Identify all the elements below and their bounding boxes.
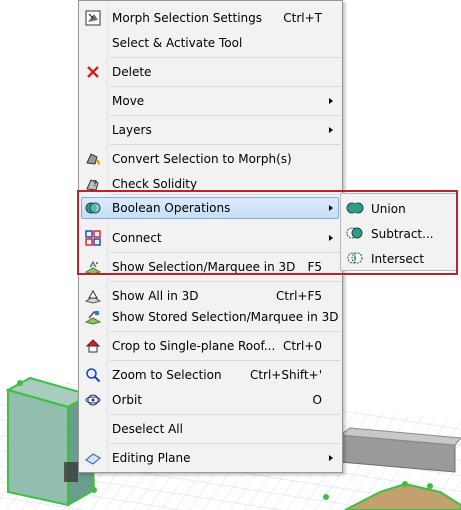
morph-settings-icon bbox=[85, 10, 101, 26]
menu-separator bbox=[110, 57, 340, 58]
menu-item-shortcut: Ctrl+0 bbox=[282, 339, 322, 353]
menu-item-boolean-operations[interactable]: Boolean Operations bbox=[81, 197, 339, 219]
menu-separator bbox=[110, 115, 340, 116]
menu-item-label: Crop to Single-plane Roof... bbox=[112, 339, 276, 353]
menu-item-label: Show All in 3D bbox=[112, 289, 199, 303]
menu-item-shortcut: Ctrl+T bbox=[283, 11, 322, 25]
menu-item-delete[interactable]: Delete bbox=[81, 61, 339, 83]
menu-item-label: Connect bbox=[112, 231, 162, 245]
menu-item-editing-plane[interactable]: Editing Plane bbox=[81, 447, 339, 469]
menu-item-label: Orbit bbox=[112, 393, 143, 407]
menu-separator bbox=[110, 194, 340, 195]
menu-item-shortcut: O bbox=[312, 393, 322, 407]
editing-plane-icon bbox=[85, 450, 101, 466]
menu-item-morph-selection-settings[interactable]: Morph Selection Settings Ctrl+T bbox=[81, 7, 339, 29]
menu-separator bbox=[110, 331, 340, 332]
menu-separator bbox=[110, 443, 340, 444]
menu-item-label: Show Selection/Marquee in 3D bbox=[112, 260, 296, 274]
menu-item-label: Move bbox=[112, 94, 145, 108]
menu-item-crop-roof[interactable]: Crop to Single-plane Roof... Ctrl+0 bbox=[81, 335, 339, 357]
menu-item-label: Layers bbox=[112, 123, 152, 137]
menu-separator bbox=[110, 414, 340, 415]
menu-separator bbox=[110, 360, 340, 361]
connect-icon bbox=[85, 230, 101, 246]
submenu-item-subtract[interactable]: Subtract... bbox=[343, 222, 455, 244]
menu-item-convert-to-morph[interactable]: Convert Selection to Morph(s) bbox=[81, 148, 339, 170]
boolean-operations-submenu: Union Subtract... Intersect bbox=[340, 193, 457, 271]
submenu-item-intersect[interactable]: Intersect bbox=[343, 247, 455, 269]
menu-item-shortcut: Ctrl+Shift+' bbox=[249, 368, 322, 382]
check-solidity-icon: ? bbox=[85, 176, 101, 192]
menu-item-check-solidity[interactable]: ? Check Solidity bbox=[81, 173, 339, 195]
menu-item-label: Morph Selection Settings bbox=[112, 11, 262, 25]
show-selection-3d-icon bbox=[84, 259, 102, 275]
menu-separator bbox=[110, 281, 340, 282]
menu-item-label: Convert Selection to Morph(s) bbox=[112, 152, 292, 166]
menu-item-connect[interactable]: Connect bbox=[81, 227, 339, 249]
show-stored-selection-icon bbox=[84, 309, 102, 325]
menu-separator bbox=[110, 252, 340, 253]
menu-item-show-selection-3d[interactable]: Show Selection/Marquee in 3D F5 bbox=[81, 256, 339, 278]
menu-item-label: Select & Activate Tool bbox=[112, 36, 243, 50]
svg-text:?: ? bbox=[93, 179, 97, 188]
menu-item-shortcut: Ctrl+F5 bbox=[276, 289, 322, 303]
menu-item-shortcut: F5 bbox=[307, 260, 322, 274]
submenu-arrow-icon bbox=[329, 235, 333, 241]
submenu-item-union[interactable]: Union bbox=[343, 197, 455, 219]
menu-item-label: Zoom to Selection bbox=[112, 368, 222, 382]
delete-x-icon bbox=[85, 64, 101, 80]
menu-item-label: Deselect All bbox=[112, 422, 183, 436]
menu-item-deselect-all[interactable]: Deselect All bbox=[81, 418, 339, 440]
menu-item-show-stored-selection-3d[interactable]: Show Stored Selection/Marquee in 3D bbox=[81, 306, 339, 328]
boolean-operations-icon bbox=[85, 200, 101, 216]
context-menu: Morph Selection Settings Ctrl+T Select &… bbox=[78, 0, 343, 473]
submenu-item-label: Union bbox=[371, 202, 406, 216]
intersect-icon bbox=[346, 250, 364, 266]
crop-roof-icon bbox=[85, 338, 101, 354]
menu-item-label: Boolean Operations bbox=[112, 201, 231, 215]
menu-item-label: Delete bbox=[112, 65, 152, 79]
submenu-item-label: Intersect bbox=[371, 252, 425, 266]
subtract-icon bbox=[346, 225, 364, 241]
menu-item-label: Show Stored Selection/Marquee in 3D bbox=[112, 310, 339, 324]
menu-separator bbox=[110, 86, 340, 87]
menu-item-orbit[interactable]: Orbit O bbox=[81, 389, 339, 411]
menu-item-move[interactable]: Move bbox=[81, 90, 339, 112]
convert-morph-icon bbox=[85, 151, 101, 167]
orbit-icon bbox=[85, 392, 101, 408]
menu-item-show-all-3d[interactable]: Show All in 3D Ctrl+F5 bbox=[81, 285, 339, 307]
menu-item-layers[interactable]: Layers bbox=[81, 119, 339, 141]
show-all-3d-icon bbox=[84, 288, 102, 304]
submenu-arrow-icon bbox=[329, 98, 333, 104]
submenu-item-label: Subtract... bbox=[371, 227, 434, 241]
menu-item-label: Editing Plane bbox=[112, 451, 191, 465]
union-icon bbox=[346, 200, 364, 216]
menu-item-zoom-to-selection[interactable]: Zoom to Selection Ctrl+Shift+' bbox=[81, 364, 339, 386]
submenu-arrow-icon bbox=[329, 455, 333, 461]
menu-separator bbox=[110, 144, 340, 145]
menu-item-label: Check Solidity bbox=[112, 177, 198, 191]
menu-item-select-activate-tool[interactable]: Select & Activate Tool bbox=[81, 32, 339, 54]
zoom-selection-icon bbox=[85, 367, 101, 383]
submenu-arrow-icon bbox=[329, 205, 333, 211]
submenu-arrow-icon bbox=[329, 127, 333, 133]
